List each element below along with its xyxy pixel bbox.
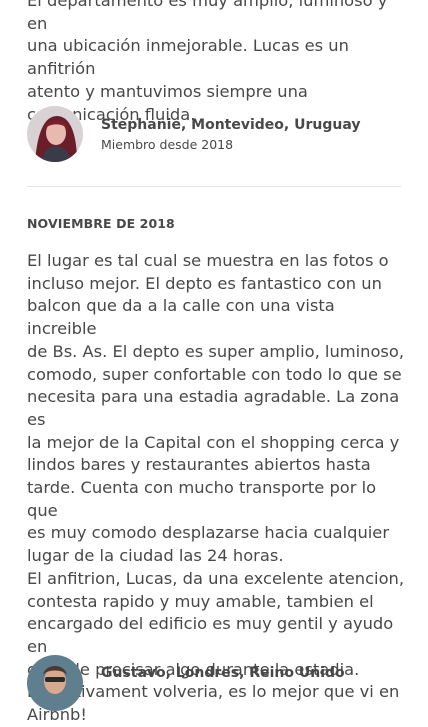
member-since: Miembro desde 2018	[101, 136, 234, 152]
reviewer-name[interactable]: Stephanie, Montevideo, Uruguay	[101, 115, 361, 135]
review-date: NOVIEMBRE DE 2018	[27, 216, 175, 231]
avatar[interactable]	[27, 655, 83, 711]
divider	[27, 186, 401, 187]
avatar[interactable]	[27, 106, 83, 162]
reviewer-profile[interactable]: Gustavo, Londres, Reino Unido	[27, 655, 345, 711]
reviewer-profile[interactable]: Stephanie, Montevideo, Uruguay Miembro d…	[27, 106, 361, 162]
reviewer-name[interactable]: Gustavo, Londres, Reino Unido	[101, 663, 345, 683]
